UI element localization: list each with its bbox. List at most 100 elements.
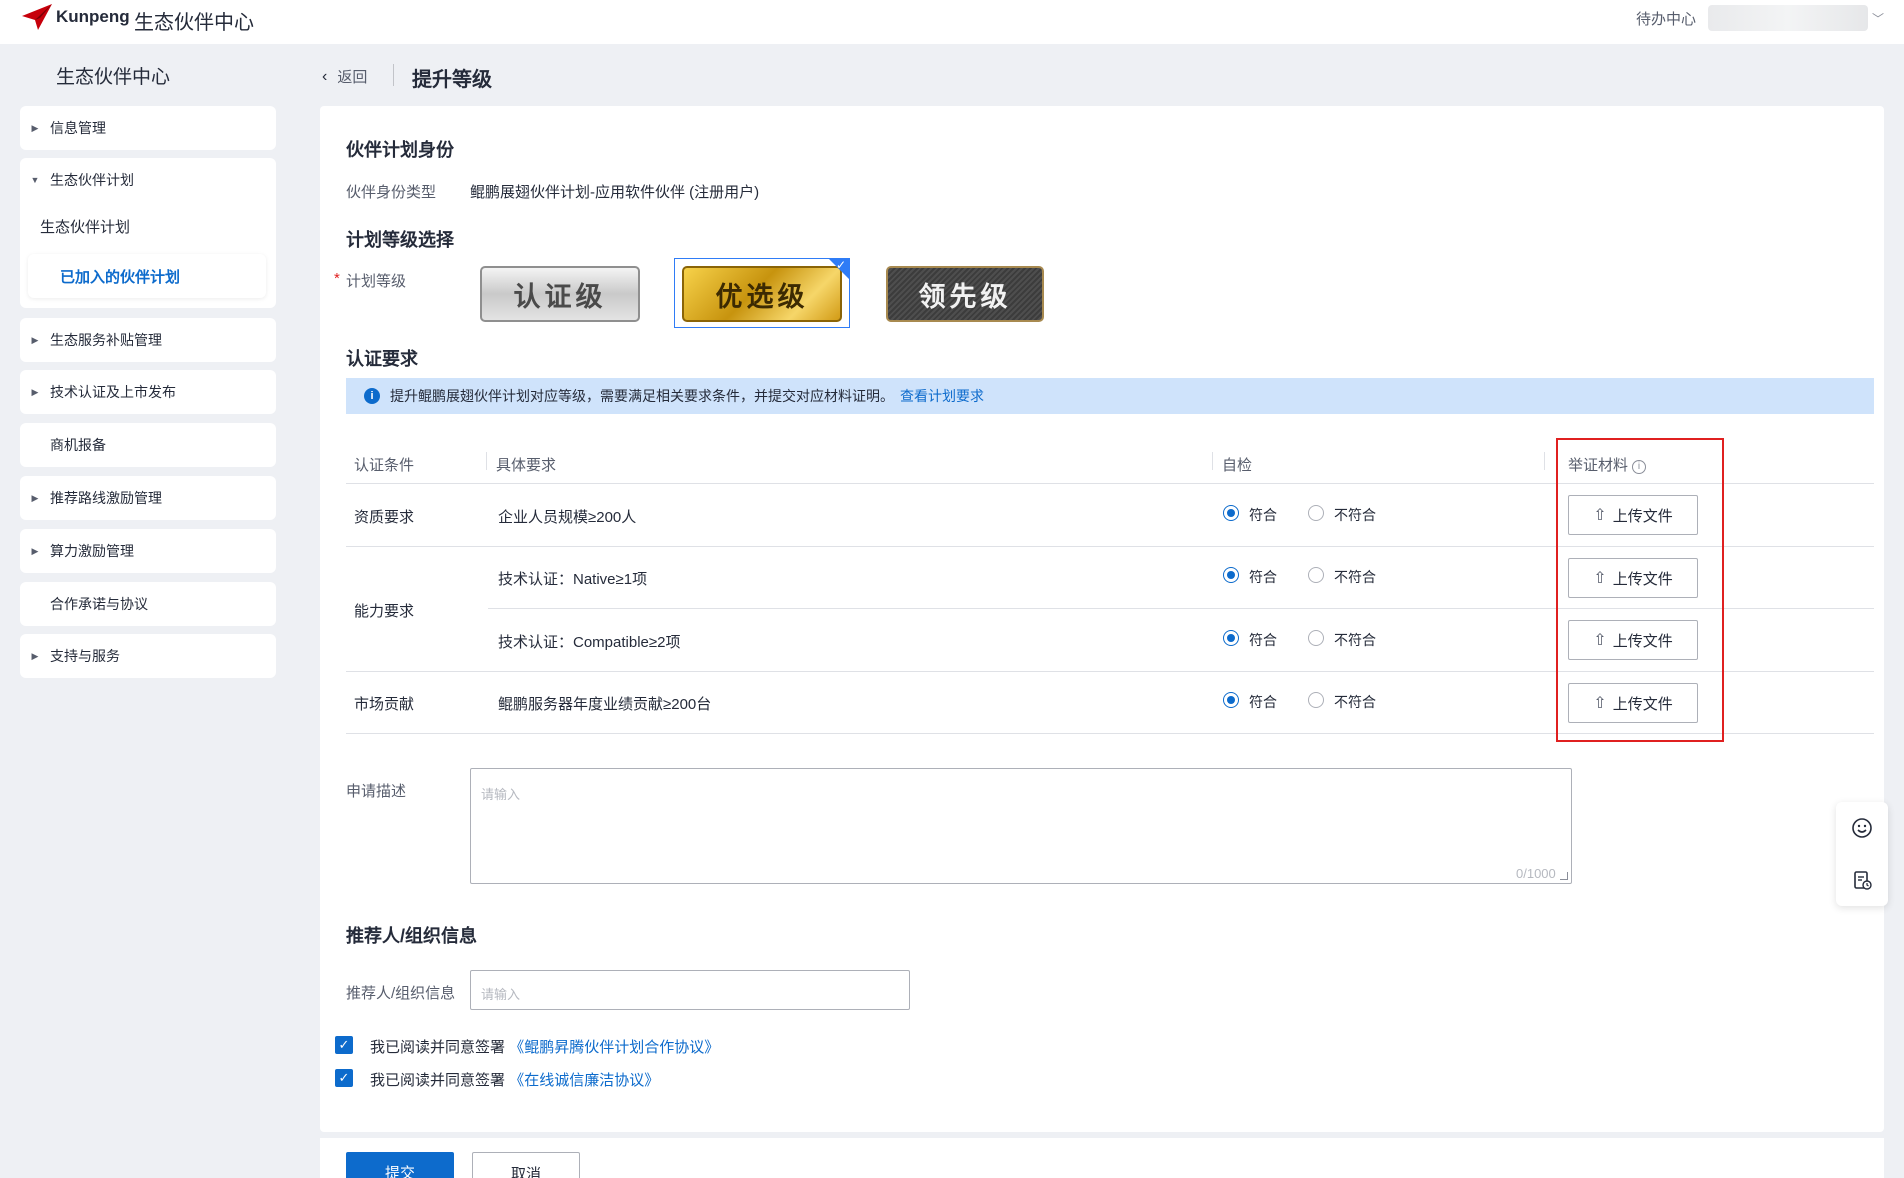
- sidebar-item-info-management[interactable]: ▶ 信息管理: [20, 106, 276, 150]
- page-title: 提升等级: [412, 69, 492, 91]
- section-title-referrer: 推荐人/组织信息: [346, 926, 478, 946]
- sidebar-item-label: 信息管理: [50, 120, 106, 136]
- agreement-prefix: 我已阅读并同意签署: [370, 1039, 506, 1056]
- kunpeng-bird-icon: [22, 4, 52, 30]
- radio-pass[interactable]: [1223, 567, 1239, 583]
- sidebar-title: 生态伙伴中心: [56, 67, 171, 88]
- caret-right-icon: ▶: [31, 492, 39, 503]
- kunpeng-logo[interactable]: Kunpeng: [20, 0, 130, 34]
- top-bar: Kunpeng 生态伙伴中心 待办中心 ﹀: [0, 0, 1904, 44]
- caret-down-icon: ▼: [30, 175, 40, 185]
- info-text: 提升鲲鹏展翅伙伴计划对应等级，需要满足相关要求条件，并提交对应材料证明。: [390, 388, 894, 404]
- caret-right-icon: ▶: [31, 386, 39, 397]
- logo-text: Kunpeng: [56, 7, 130, 26]
- group-qualification: 资质要求: [354, 509, 415, 526]
- radio-pass-label: 符合: [1249, 694, 1277, 710]
- agreement-checkbox[interactable]: ✓: [335, 1069, 353, 1087]
- sidebar-item-service-subsidy[interactable]: ▶ 生态服务补贴管理: [20, 318, 276, 362]
- sidebar-item-compute-incentive[interactable]: ▶ 算力激励管理: [20, 529, 276, 573]
- radio-pass[interactable]: [1223, 505, 1239, 521]
- sidebar-subitem-partner-program[interactable]: 生态伙伴计划: [40, 216, 130, 237]
- chevron-down-icon[interactable]: ﹀: [1872, 10, 1884, 27]
- sidebar-item-agreements[interactable]: 合作承诺与协议: [20, 582, 276, 626]
- referrer-placeholder: 请输入: [481, 987, 521, 1002]
- evidence-highlight-box: [1556, 438, 1724, 742]
- smiley-feedback-icon[interactable]: [1850, 816, 1874, 840]
- section-title-level: 计划等级选择: [346, 230, 454, 250]
- sidebar-item-label: 生态服务补贴管理: [50, 332, 162, 348]
- textarea-placeholder: 请输入: [481, 787, 521, 802]
- required-mark: *: [334, 270, 340, 287]
- agreement-text: 我已阅读并同意签署 《鲲鹏昇腾伙伴计划合作协议》: [370, 1036, 719, 1057]
- cooperation-agreement-link[interactable]: 《鲲鹏昇腾伙伴计划合作协议》: [509, 1039, 719, 1056]
- level-option-preferred[interactable]: 优选级: [682, 266, 842, 322]
- check-icon: ✓: [836, 258, 847, 272]
- caret-right-icon: ▶: [31, 334, 39, 345]
- sidebar-item-support[interactable]: ▶ 支持与服务: [20, 634, 276, 678]
- sidebar-item-route-incentive[interactable]: ▶ 推荐路线激励管理: [20, 476, 276, 520]
- level-option-certified[interactable]: 认证级: [480, 266, 640, 322]
- requirement-server-sales: 鲲鹏服务器年度业绩贡献≥200台: [498, 696, 712, 713]
- group-capability: 能力要求: [354, 603, 415, 620]
- referrer-input[interactable]: [470, 970, 910, 1010]
- sidebar-item-label: 支持与服务: [50, 648, 120, 664]
- requirement-native-cert: 技术认证：Native≥1项: [498, 571, 648, 588]
- agreement-checkbox[interactable]: ✓: [335, 1036, 353, 1054]
- radio-fail[interactable]: [1308, 692, 1324, 708]
- cancel-button[interactable]: 取消: [472, 1152, 580, 1178]
- radio-pass[interactable]: [1223, 692, 1239, 708]
- back-label: 返回: [337, 69, 368, 86]
- view-requirements-link[interactable]: 查看计划要求: [900, 386, 984, 406]
- radio-fail[interactable]: [1308, 567, 1324, 583]
- application-label: 申请描述: [346, 783, 407, 800]
- level-option-leading[interactable]: 领先级: [886, 266, 1044, 322]
- sidebar-item-opportunity-report[interactable]: 商机报备: [20, 423, 276, 467]
- radio-fail-label: 不符合: [1334, 569, 1376, 585]
- radio-pass-label: 符合: [1249, 632, 1277, 648]
- sidebar-item-partner-program[interactable]: ▼ 生态伙伴计划: [20, 158, 276, 202]
- requirement-compatible-cert: 技术认证：Compatible≥2项: [498, 634, 681, 651]
- radio-pass-label: 符合: [1249, 569, 1277, 585]
- requirement-staff-size: 企业人员规模≥200人: [498, 509, 637, 526]
- column-divider: [1544, 452, 1545, 470]
- radio-fail[interactable]: [1308, 505, 1324, 521]
- submit-button[interactable]: 提交: [346, 1152, 454, 1178]
- radio-pass-label: 符合: [1249, 507, 1277, 523]
- user-name-blurred[interactable]: [1708, 5, 1868, 31]
- column-divider: [486, 452, 487, 470]
- chevron-left-icon: ‹: [322, 67, 328, 85]
- group-market: 市场贡献: [354, 696, 415, 713]
- sidebar-item-label: 推荐路线激励管理: [50, 490, 162, 506]
- info-icon: i: [364, 388, 380, 404]
- info-banner: i 提升鲲鹏展翅伙伴计划对应等级，需要满足相关要求条件，并提交对应材料证明。 查…: [346, 378, 1874, 414]
- radio-fail-label: 不符合: [1334, 632, 1376, 648]
- column-divider: [1212, 452, 1213, 470]
- resize-handle-icon[interactable]: [1560, 872, 1568, 880]
- agreement-prefix: 我已阅读并同意签署: [370, 1072, 506, 1089]
- section-title-identity: 伙伴计划身份: [346, 140, 454, 160]
- caret-right-icon: ▶: [31, 650, 39, 661]
- app-title: 生态伙伴中心: [134, 12, 254, 34]
- radio-fail-label: 不符合: [1334, 694, 1376, 710]
- sidebar-item-label: 商机报备: [50, 437, 106, 453]
- floating-toolbar: [1836, 802, 1888, 906]
- agreement-text: 我已阅读并同意签署 《在线诚信廉洁协议》: [370, 1069, 659, 1090]
- sidebar-item-label: 技术认证及上市发布: [50, 384, 176, 400]
- char-counter: 0/1000: [1516, 866, 1556, 881]
- sidebar-item-label: 合作承诺与协议: [50, 596, 148, 612]
- column-header-requirement: 具体要求: [496, 457, 557, 474]
- radio-pass[interactable]: [1223, 630, 1239, 646]
- column-header-self-check: 自检: [1222, 457, 1253, 474]
- back-link[interactable]: ‹ 返回: [322, 66, 367, 87]
- todo-center-link[interactable]: 待办中心: [1636, 8, 1696, 29]
- application-textarea[interactable]: [470, 768, 1572, 884]
- caret-right-icon: ▶: [31, 122, 39, 133]
- integrity-agreement-link[interactable]: 《在线诚信廉洁协议》: [509, 1072, 659, 1089]
- sidebar-subitem-joined-programs[interactable]: 已加入的伙伴计划: [28, 254, 266, 298]
- section-title-requirements: 认证要求: [346, 349, 418, 369]
- clipboard-time-icon[interactable]: [1850, 868, 1874, 892]
- sidebar-item-label: 算力激励管理: [50, 543, 134, 559]
- sidebar-item-label: 生态伙伴计划: [50, 172, 134, 188]
- radio-fail[interactable]: [1308, 630, 1324, 646]
- sidebar-item-tech-certification[interactable]: ▶ 技术认证及上市发布: [20, 370, 276, 414]
